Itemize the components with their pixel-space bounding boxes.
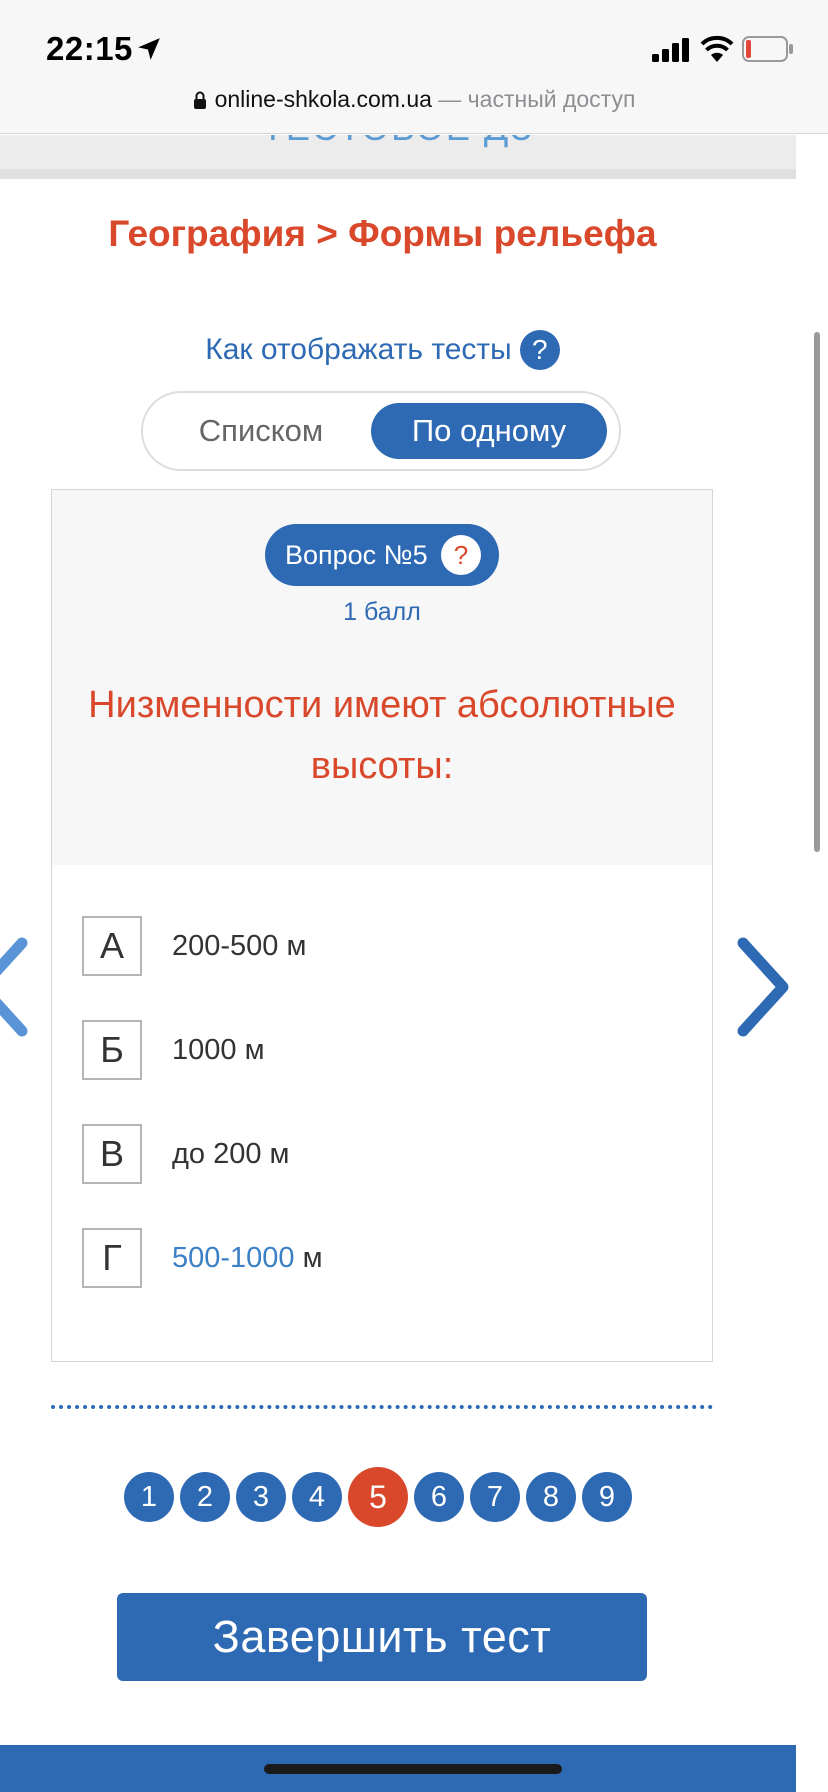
question-header: Вопрос №5 ? 1 балл Низменности имеют абс… (52, 490, 712, 865)
page-content: ТЕСТОВОЕ ДЗ География > Формы рельефа Ка… (0, 135, 796, 1792)
wifi-icon (700, 35, 734, 62)
display-mode-row: Как отображать тесты? (0, 330, 765, 370)
question-card: Вопрос №5 ? 1 балл Низменности имеют абс… (51, 489, 713, 1362)
question-text: Низменности имеют абсолютные высоты: (88, 684, 676, 787)
location-arrow-icon (138, 38, 160, 60)
display-mode-label: Как отображать тесты (205, 333, 512, 366)
answer-option-b[interactable]: Б 1000 м (82, 1020, 682, 1080)
status-bar: 22:15 online-shkola.com.ua — частный дос… (0, 0, 828, 134)
lock-icon (193, 91, 206, 109)
answer-letter-box[interactable]: Г (82, 1228, 142, 1288)
page-button-1[interactable]: 1 (124, 1472, 174, 1522)
answer-text: 500-1000 м (172, 1228, 323, 1288)
battery-low-icon (742, 36, 793, 62)
page-button-8[interactable]: 8 (526, 1472, 576, 1522)
header-title: ТЕСТОВОЕ ДЗ (0, 135, 796, 149)
answer-text: 1000 м (172, 1034, 265, 1066)
breadcrumb: География > Формы рельефа (108, 213, 657, 254)
url-host: online-shkola.com.ua (214, 86, 432, 112)
mode-option-list[interactable]: Списком (171, 393, 351, 469)
status-time: 22:15 (46, 30, 133, 67)
question-points: 1 балл (343, 598, 421, 626)
section-divider (51, 1405, 713, 1409)
scrollbar[interactable] (814, 332, 820, 852)
page-button-3[interactable]: 3 (236, 1472, 286, 1522)
answer-option-g[interactable]: Г 500-1000 м (82, 1228, 682, 1288)
top-header-strip: ТЕСТОВОЕ ДЗ (0, 135, 796, 179)
cellular-signal-icon (652, 38, 689, 62)
page-button-9[interactable]: 9 (582, 1472, 632, 1522)
answer-letter-box[interactable]: Б (82, 1020, 142, 1080)
page-button-2[interactable]: 2 (180, 1472, 230, 1522)
page-button-7[interactable]: 7 (470, 1472, 520, 1522)
previous-question-arrow-icon[interactable] (0, 935, 30, 1039)
home-indicator[interactable] (264, 1764, 562, 1774)
answer-link-text[interactable]: 500-1000 (172, 1242, 295, 1274)
answer-option-v[interactable]: В до 200 м (82, 1124, 682, 1184)
page-button-5-current[interactable]: 5 (348, 1467, 408, 1527)
page-button-6[interactable]: 6 (414, 1472, 464, 1522)
display-mode-toggle: Списком По одному (141, 391, 621, 471)
answer-text: 200-500 м (172, 930, 307, 962)
answer-letter-box[interactable]: В (82, 1124, 142, 1184)
page-button-4[interactable]: 4 (292, 1472, 342, 1522)
answer-unit-text: м (294, 1242, 323, 1274)
question-number-badge: Вопрос №5 ? (265, 524, 499, 586)
mode-option-one-by-one[interactable]: По одному (371, 403, 607, 459)
question-number-label: Вопрос №5 (285, 540, 428, 570)
url-privacy-note: — частный доступ (431, 86, 636, 112)
display-mode-help-icon[interactable]: ? (519, 330, 560, 370)
answer-option-a[interactable]: А 200-500 м (82, 916, 682, 976)
next-question-arrow-icon[interactable] (731, 935, 791, 1039)
answer-letter-box[interactable]: А (82, 916, 142, 976)
question-help-icon[interactable]: ? (441, 535, 481, 575)
address-bar[interactable]: online-shkola.com.ua — частный доступ (0, 86, 828, 113)
finish-test-button[interactable]: Завершить тест (117, 1593, 647, 1681)
answer-text: до 200 м (172, 1138, 290, 1170)
